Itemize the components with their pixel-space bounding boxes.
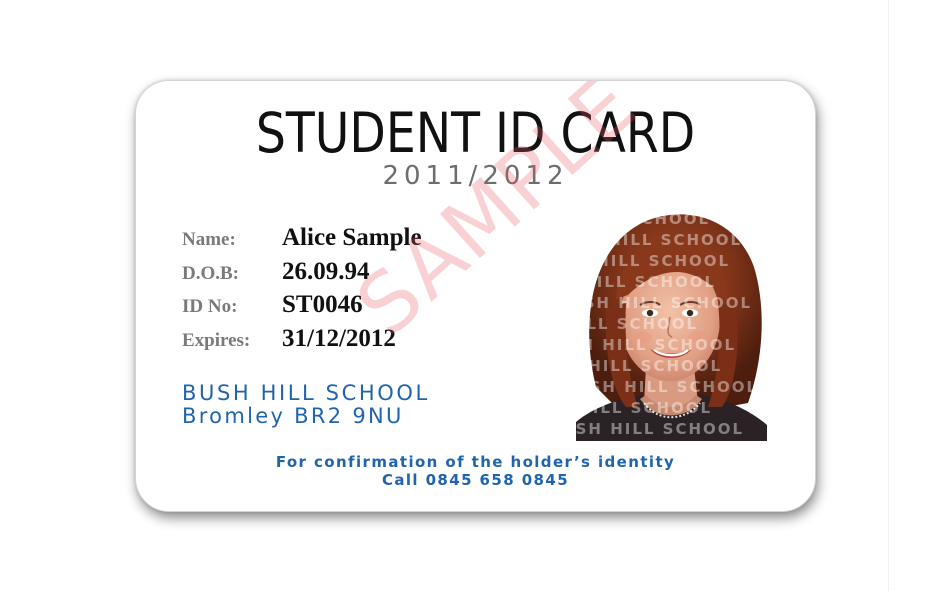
field-row-name: Name: Alice Sample — [182, 221, 502, 255]
photo-watermark: BUSH HILL SCHOOL BUSH HILL SCHOOL BUSH H… — [576, 207, 767, 441]
photo-watermark-line: BUSH HILL SCHOOL — [576, 273, 717, 291]
phone-text: Call 0845 658 0845 — [381, 471, 570, 489]
holder-photo: BUSH HILL SCHOOL BUSH HILL SCHOOL BUSH H… — [576, 207, 767, 441]
card-title: STUDENT ID CARD — [255, 101, 696, 165]
field-row-expires: Expires: 31/12/2012 — [182, 322, 502, 356]
field-value-expires: 31/12/2012 — [282, 324, 396, 352]
field-label-id: ID No: — [182, 296, 238, 317]
field-value-id: ST0046 — [282, 291, 363, 318]
page-edge-line — [888, 0, 889, 591]
photo-watermark-line: BUSH HILL SCHOOL — [576, 357, 723, 375]
confirmation-text: For confirmation of the holder’s identit… — [275, 453, 676, 471]
school-address: Bromley BR2 9NU — [182, 404, 404, 428]
photo-watermark-line: BUSH HILL SCHOOL — [576, 231, 743, 249]
field-value-name: Alice Sample — [282, 224, 422, 251]
student-id-card: STUDENT ID CARD 2011/2012 Name: Alice Sa… — [135, 80, 816, 512]
card-year: 2011/2012 — [382, 161, 569, 191]
photo-watermark-line: BUSH HILL SCHOOL — [576, 210, 711, 228]
field-value-dob: 26.09.94 — [282, 257, 370, 285]
photo-watermark-line: BUSH HILL SCHOOL — [576, 252, 731, 270]
page: STUDENT ID CARD 2011/2012 Name: Alice Sa… — [0, 0, 945, 591]
photo-watermark-line: BUSH HILL SCHOOL — [576, 399, 713, 417]
field-label-name: Name: — [182, 229, 236, 250]
photo-watermark-line: BUSH HILL SCHOOL — [576, 336, 737, 354]
photo-watermark-line: BUSH HILL SCHOOL — [576, 315, 699, 333]
field-row-dob: D.O.B: 26.09.94 — [182, 255, 502, 289]
photo-watermark-line: BUSH HILL SCHOOL — [576, 420, 745, 438]
photo-watermark-line: BUSH HILL SCHOOL — [576, 378, 759, 396]
photo-watermark-line: BUSH HILL SCHOOL — [576, 294, 753, 312]
field-label-expires: Expires: — [182, 329, 251, 351]
field-label-dob: D.O.B: — [182, 262, 239, 284]
holder-details: Name: Alice Sample D.O.B: 26.09.94 ID No… — [182, 221, 502, 355]
school-name: BUSH HILL SCHOOL — [182, 381, 430, 405]
field-row-id: ID No: ST0046 — [182, 288, 502, 322]
